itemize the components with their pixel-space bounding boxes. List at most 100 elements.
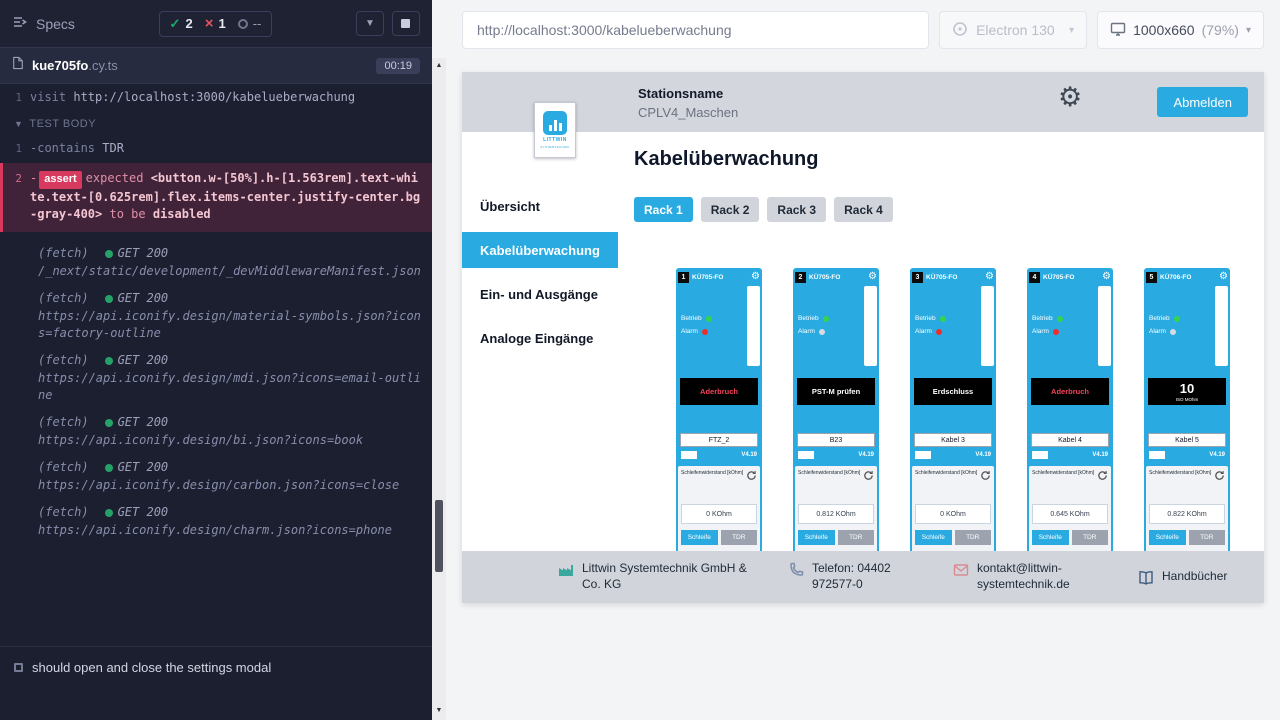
footer-phone[interactable]: Telefon: 04402 972577-0 bbox=[788, 561, 917, 592]
command-name: -contains bbox=[30, 141, 95, 155]
reporter-scrollbar[interactable]: ▲ ▼ bbox=[432, 0, 446, 720]
tdr-button[interactable]: TDR bbox=[1072, 530, 1109, 545]
gauge-strip bbox=[1215, 286, 1228, 366]
fetch-log-entry[interactable]: (fetch) GET 200 https://api.iconify.desi… bbox=[0, 499, 432, 544]
fetch-log-entry[interactable]: (fetch) GET 200 https://api.iconify.desi… bbox=[0, 454, 432, 499]
rack-tab[interactable]: Rack 2 bbox=[701, 197, 760, 222]
alarm-label: Alarm bbox=[798, 328, 815, 335]
cable-name-field[interactable]: Kabel 4 bbox=[1031, 433, 1109, 447]
littwin-logo: LITTWIN SYSTEMTECHNIK bbox=[534, 102, 576, 158]
cable-name-field[interactable]: B23 bbox=[797, 433, 875, 447]
tdr-button[interactable]: TDR bbox=[721, 530, 758, 545]
stop-button[interactable] bbox=[392, 11, 420, 36]
card-settings-icon[interactable]: ⚙ bbox=[985, 272, 994, 282]
spec-bar[interactable]: kue705fo.cy.ts 00:19 bbox=[0, 48, 432, 84]
tdr-button[interactable]: TDR bbox=[955, 530, 992, 545]
command-contains[interactable]: 1 -contains TDR bbox=[0, 137, 432, 160]
fetch-url: https://api.iconify.design/material-symb… bbox=[38, 308, 422, 342]
scrollbar-thumb[interactable] bbox=[435, 500, 443, 572]
sidebar-nav-item[interactable]: Kabelüberwachung bbox=[462, 232, 618, 268]
refresh-icon[interactable] bbox=[1214, 470, 1225, 481]
app-header bbox=[462, 72, 1264, 132]
rack-tab[interactable]: Rack 4 bbox=[834, 197, 893, 222]
schleife-button[interactable]: Schleife bbox=[798, 530, 835, 545]
command-arg: TDR bbox=[102, 141, 124, 155]
loop-resistance-value: 0 KOhm bbox=[681, 504, 757, 524]
specs-link[interactable]: Specs bbox=[12, 14, 75, 33]
betrieb-label: Betrieb bbox=[1149, 315, 1170, 322]
schleife-button[interactable]: Schleife bbox=[915, 530, 952, 545]
collapse-button[interactable]: ▼ bbox=[356, 11, 384, 36]
firmware-version: V4.19 bbox=[1209, 452, 1225, 458]
loop-resistance-label: Schleifenwiderstand [kOhm] bbox=[1149, 470, 1211, 476]
sidebar-nav-item[interactable]: Analoge Eingänge bbox=[462, 320, 618, 356]
command-assert-failed[interactable]: 2 -assertexpected <button.w-[50%].h-[1.5… bbox=[0, 163, 432, 232]
success-dot-icon bbox=[105, 357, 113, 365]
fetch-log-entry[interactable]: (fetch) GET 200 /_next/static/developmen… bbox=[0, 240, 432, 285]
cable-name-field[interactable]: FTZ_2 bbox=[680, 433, 758, 447]
email-icon bbox=[953, 562, 969, 578]
rack-tab[interactable]: Rack 3 bbox=[767, 197, 826, 222]
version-chip bbox=[1149, 451, 1165, 459]
command-name: visit bbox=[30, 90, 66, 104]
assert-text-mid: to be bbox=[109, 207, 145, 221]
footer-email[interactable]: kontakt@littwin-systemtechnik.de bbox=[953, 561, 1102, 592]
device-card: 4 KÜ705-FO ⚙ Betrieb Alarm bbox=[1027, 268, 1113, 598]
card-settings-icon[interactable]: ⚙ bbox=[1102, 272, 1111, 282]
fetch-label: (fetch) bbox=[38, 245, 89, 262]
logout-button[interactable]: Abmelden bbox=[1157, 87, 1248, 117]
fetch-label: (fetch) bbox=[38, 352, 89, 369]
sidebar-nav-item[interactable]: Übersicht bbox=[462, 188, 618, 224]
command-visit[interactable]: 1 visit http://localhost:3000/kabelueber… bbox=[0, 86, 432, 109]
app-footer: Littwin Systemtechnik GmbH & Co. KG Tele… bbox=[462, 551, 1264, 603]
firmware-version: V4.19 bbox=[975, 452, 991, 458]
refresh-icon[interactable] bbox=[980, 470, 991, 481]
rack-tab[interactable]: Rack 1 bbox=[634, 197, 693, 222]
test-square-icon bbox=[14, 663, 23, 672]
fetch-log-entry[interactable]: (fetch) GET 200 https://api.iconify.desi… bbox=[0, 409, 432, 454]
fetch-label: (fetch) bbox=[38, 290, 89, 307]
refresh-icon[interactable] bbox=[746, 470, 757, 481]
viewport-selector[interactable]: 1000x660 (79%) ▾ bbox=[1097, 11, 1264, 49]
alarm-label: Alarm bbox=[681, 328, 698, 335]
sidebar-nav-item[interactable]: Ein- und Ausgänge bbox=[462, 276, 618, 312]
settings-gear-icon[interactable]: ⚙ bbox=[1058, 84, 1082, 111]
card-settings-icon[interactable]: ⚙ bbox=[751, 272, 760, 282]
url-bar[interactable]: http://localhost:3000/kabelueberwachung bbox=[462, 11, 929, 49]
cable-name-field[interactable]: Kabel 3 bbox=[914, 433, 992, 447]
alarm-led bbox=[1170, 329, 1176, 335]
chevron-down-icon: ▼ bbox=[14, 119, 23, 129]
status-text: 10 bbox=[1180, 381, 1194, 396]
version-chip bbox=[681, 451, 697, 459]
test-body-section[interactable]: ▼ TEST BODY bbox=[0, 109, 432, 137]
phone-icon bbox=[788, 562, 804, 578]
next-test-row[interactable]: should open and close the settings modal bbox=[0, 646, 432, 720]
alarm-led bbox=[1053, 329, 1059, 335]
logo-mark-icon bbox=[543, 111, 567, 135]
scroll-down-arrow[interactable]: ▼ bbox=[432, 707, 446, 714]
footer-manuals[interactable]: Handbücher bbox=[1138, 569, 1227, 586]
alarm-led bbox=[702, 329, 708, 335]
schleife-button[interactable]: Schleife bbox=[1032, 530, 1069, 545]
fetch-log-entry[interactable]: (fetch) GET 200 https://api.iconify.desi… bbox=[0, 347, 432, 409]
fetch-status: GET 200 bbox=[105, 414, 169, 431]
card-number: 4 bbox=[1029, 272, 1040, 283]
card-settings-icon[interactable]: ⚙ bbox=[868, 272, 877, 282]
betrieb-led bbox=[1174, 316, 1180, 322]
tdr-button[interactable]: TDR bbox=[1189, 530, 1226, 545]
browser-selector[interactable]: Electron 130 ▾ bbox=[939, 11, 1087, 49]
fetch-url: https://api.iconify.design/bi.json?icons… bbox=[38, 432, 422, 449]
tdr-button[interactable]: TDR bbox=[838, 530, 875, 545]
fetch-status: GET 200 bbox=[105, 352, 169, 369]
firmware-version: V4.19 bbox=[858, 452, 874, 458]
scroll-up-arrow[interactable]: ▲ bbox=[432, 62, 446, 69]
schleife-button[interactable]: Schleife bbox=[681, 530, 718, 545]
schleife-button[interactable]: Schleife bbox=[1149, 530, 1186, 545]
success-dot-icon bbox=[105, 509, 113, 517]
card-settings-icon[interactable]: ⚙ bbox=[1219, 272, 1228, 282]
status-text: Erdschluss bbox=[933, 387, 973, 396]
refresh-icon[interactable] bbox=[1097, 470, 1108, 481]
cable-name-field[interactable]: Kabel 5 bbox=[1148, 433, 1226, 447]
refresh-icon[interactable] bbox=[863, 470, 874, 481]
fetch-log-entry[interactable]: (fetch) GET 200 https://api.iconify.desi… bbox=[0, 285, 432, 347]
